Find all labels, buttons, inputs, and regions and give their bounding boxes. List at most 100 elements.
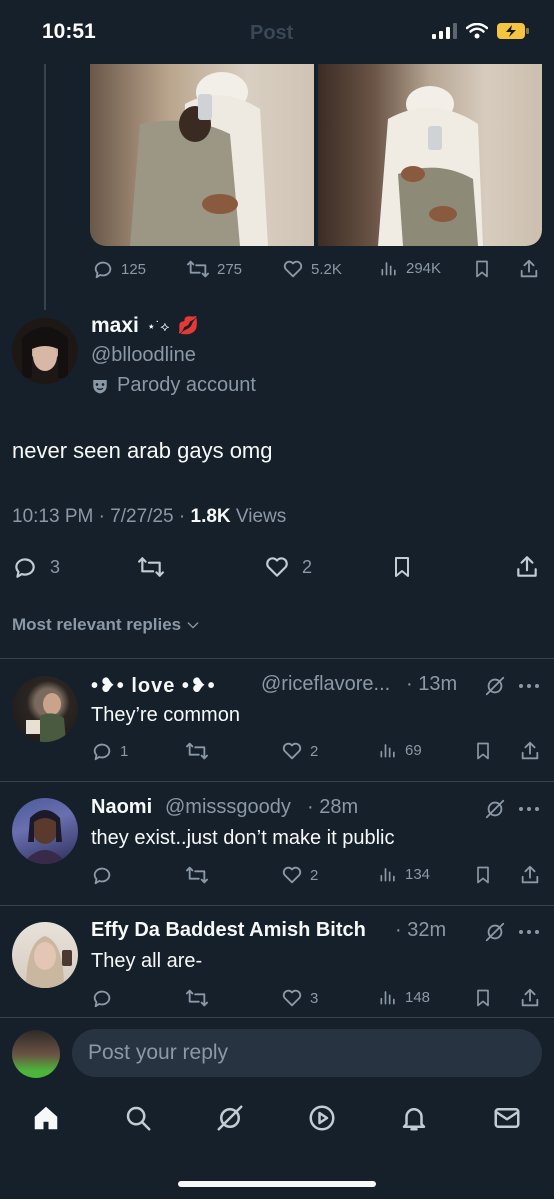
divider [0, 905, 554, 906]
reply-avatar[interactable] [12, 922, 78, 988]
tweet-bookmark-button[interactable] [390, 554, 414, 580]
video-icon[interactable] [307, 1103, 337, 1133]
author-avatar[interactable] [12, 318, 78, 384]
battery-icon [497, 23, 529, 39]
photo-1[interactable] [90, 64, 314, 246]
grok-icon[interactable] [484, 675, 506, 697]
reply-reply-button[interactable] [91, 864, 113, 886]
bookmark-icon [476, 260, 488, 278]
parody-badge: Parody account [91, 374, 256, 397]
photo-2[interactable] [318, 64, 542, 246]
reply-bookmark-button[interactable] [473, 740, 493, 762]
reply-views-count: 148 [405, 988, 431, 1006]
reply-views-count: 69 [405, 741, 422, 759]
reply-bookmark-button[interactable] [473, 864, 493, 886]
reply-sort-dropdown[interactable]: Most relevant replies [12, 615, 201, 635]
bottom-tab-bar [0, 1095, 554, 1155]
reply-sort-label: Most relevant replies [12, 615, 182, 634]
reply-icon [93, 990, 111, 1008]
quoted-repost-button[interactable]: 275 [186, 258, 242, 280]
reply-reply-button[interactable]: 1 [91, 740, 128, 762]
reply-views-button[interactable]: 148 [378, 987, 430, 1007]
reply-share-button[interactable] [519, 864, 541, 886]
share-icon [520, 259, 538, 278]
reply-like-button[interactable]: 3 [281, 987, 318, 1009]
reply-bookmark-button[interactable] [473, 987, 493, 1009]
signal-icon [432, 23, 457, 39]
views-icon [380, 868, 395, 882]
grok-icon[interactable] [484, 921, 506, 943]
reply-like-button[interactable]: 2 [281, 740, 318, 762]
reply-share-button[interactable] [519, 987, 541, 1009]
reply-actions: 1 2 69 [91, 740, 541, 764]
parody-mask-icon [93, 379, 107, 393]
tweet-timestamp[interactable]: 10:13 PM · 7/27/25 · [12, 506, 185, 527]
quoted-views-button[interactable]: 294K [379, 258, 441, 278]
home-icon[interactable] [31, 1103, 61, 1133]
reply-author-handle[interactable]: @riceflavore... [261, 673, 390, 696]
author-name[interactable]: maxi [91, 314, 139, 338]
reply-composer-input[interactable]: Post your reply [72, 1029, 542, 1077]
divider [0, 781, 554, 782]
reply-time[interactable]: · 28m [307, 796, 358, 819]
reply-author-name[interactable]: •❥• love •❥• [91, 673, 216, 698]
lips-emoji: 💋 [177, 316, 199, 335]
tweet-meta: 10:13 PM · 7/27/25 · 1.8K Views [12, 506, 286, 528]
reply-icon [93, 743, 111, 761]
composer-avatar[interactable] [12, 1030, 60, 1078]
tweet-repost-button[interactable] [136, 554, 166, 580]
quoted-reply-button[interactable]: 125 [92, 258, 146, 280]
reply-avatar[interactable] [12, 676, 78, 742]
reply-repost-button[interactable] [185, 987, 209, 1009]
home-indicator [178, 1181, 376, 1187]
reply-author-name[interactable]: Naomi [91, 796, 152, 819]
reply-repost-button[interactable] [185, 864, 209, 886]
quoted-share-button[interactable] [518, 258, 540, 280]
reply-share-button[interactable] [519, 740, 541, 762]
reply-time[interactable]: · 13m [406, 673, 457, 696]
reply-like-count: 2 [310, 866, 319, 884]
grok-icon[interactable] [215, 1103, 245, 1133]
bell-icon[interactable] [399, 1103, 429, 1133]
more-icon[interactable] [518, 928, 540, 936]
reply-time[interactable]: · 32m [395, 919, 446, 942]
quoted-like-button[interactable]: 5.2K [282, 258, 342, 280]
reply-reply-button[interactable] [91, 987, 113, 1009]
reply-like-button[interactable]: 2 [281, 864, 318, 886]
reply-icon [15, 558, 35, 578]
more-icon[interactable] [518, 805, 540, 813]
tweet-reply-button[interactable]: 3 [12, 554, 60, 580]
status-time: 10:51 [42, 20, 96, 43]
reply-like-count: 3 [310, 989, 319, 1007]
mail-icon[interactable] [492, 1103, 522, 1133]
author-handle[interactable]: @blloodline [91, 344, 196, 367]
quoted-like-count: 5.2K [311, 260, 342, 278]
reply-author-name[interactable]: Effy Da Baddest Amish Bitch [91, 919, 366, 942]
reply-avatar[interactable] [12, 798, 78, 864]
like-icon [282, 742, 302, 760]
author-name-row[interactable]: maxi ⋆˙⟡ 💋 [91, 314, 199, 338]
reply-actions: 2 134 [91, 864, 541, 888]
reply-author-handle[interactable]: @misssgoody [165, 796, 291, 819]
quoted-reply-count: 125 [121, 260, 147, 278]
bookmark-icon [477, 742, 489, 760]
quoted-views-count: 294K [406, 259, 442, 277]
grok-icon[interactable] [484, 798, 506, 820]
reply-like-count: 2 [310, 742, 319, 760]
thread-line [44, 64, 46, 310]
like-icon [283, 260, 303, 278]
search-icon[interactable] [123, 1103, 153, 1133]
reply-views-button[interactable]: 69 [378, 740, 422, 760]
quoted-bookmark-button[interactable] [472, 258, 492, 280]
tweet-like-count: 2 [302, 556, 313, 577]
author-name-decoration: ⋆˙⟡ [146, 317, 170, 334]
media-grid[interactable] [90, 64, 542, 246]
share-icon [517, 556, 537, 577]
reply-repost-button[interactable] [185, 740, 209, 762]
more-icon[interactable] [518, 682, 540, 690]
tweet-share-button[interactable] [514, 554, 540, 580]
tweet-like-button[interactable]: 2 [264, 554, 312, 580]
reply-views-button[interactable]: 134 [378, 864, 430, 884]
reply-icon [94, 261, 112, 279]
status-bar: Post 10:51 [0, 0, 554, 62]
